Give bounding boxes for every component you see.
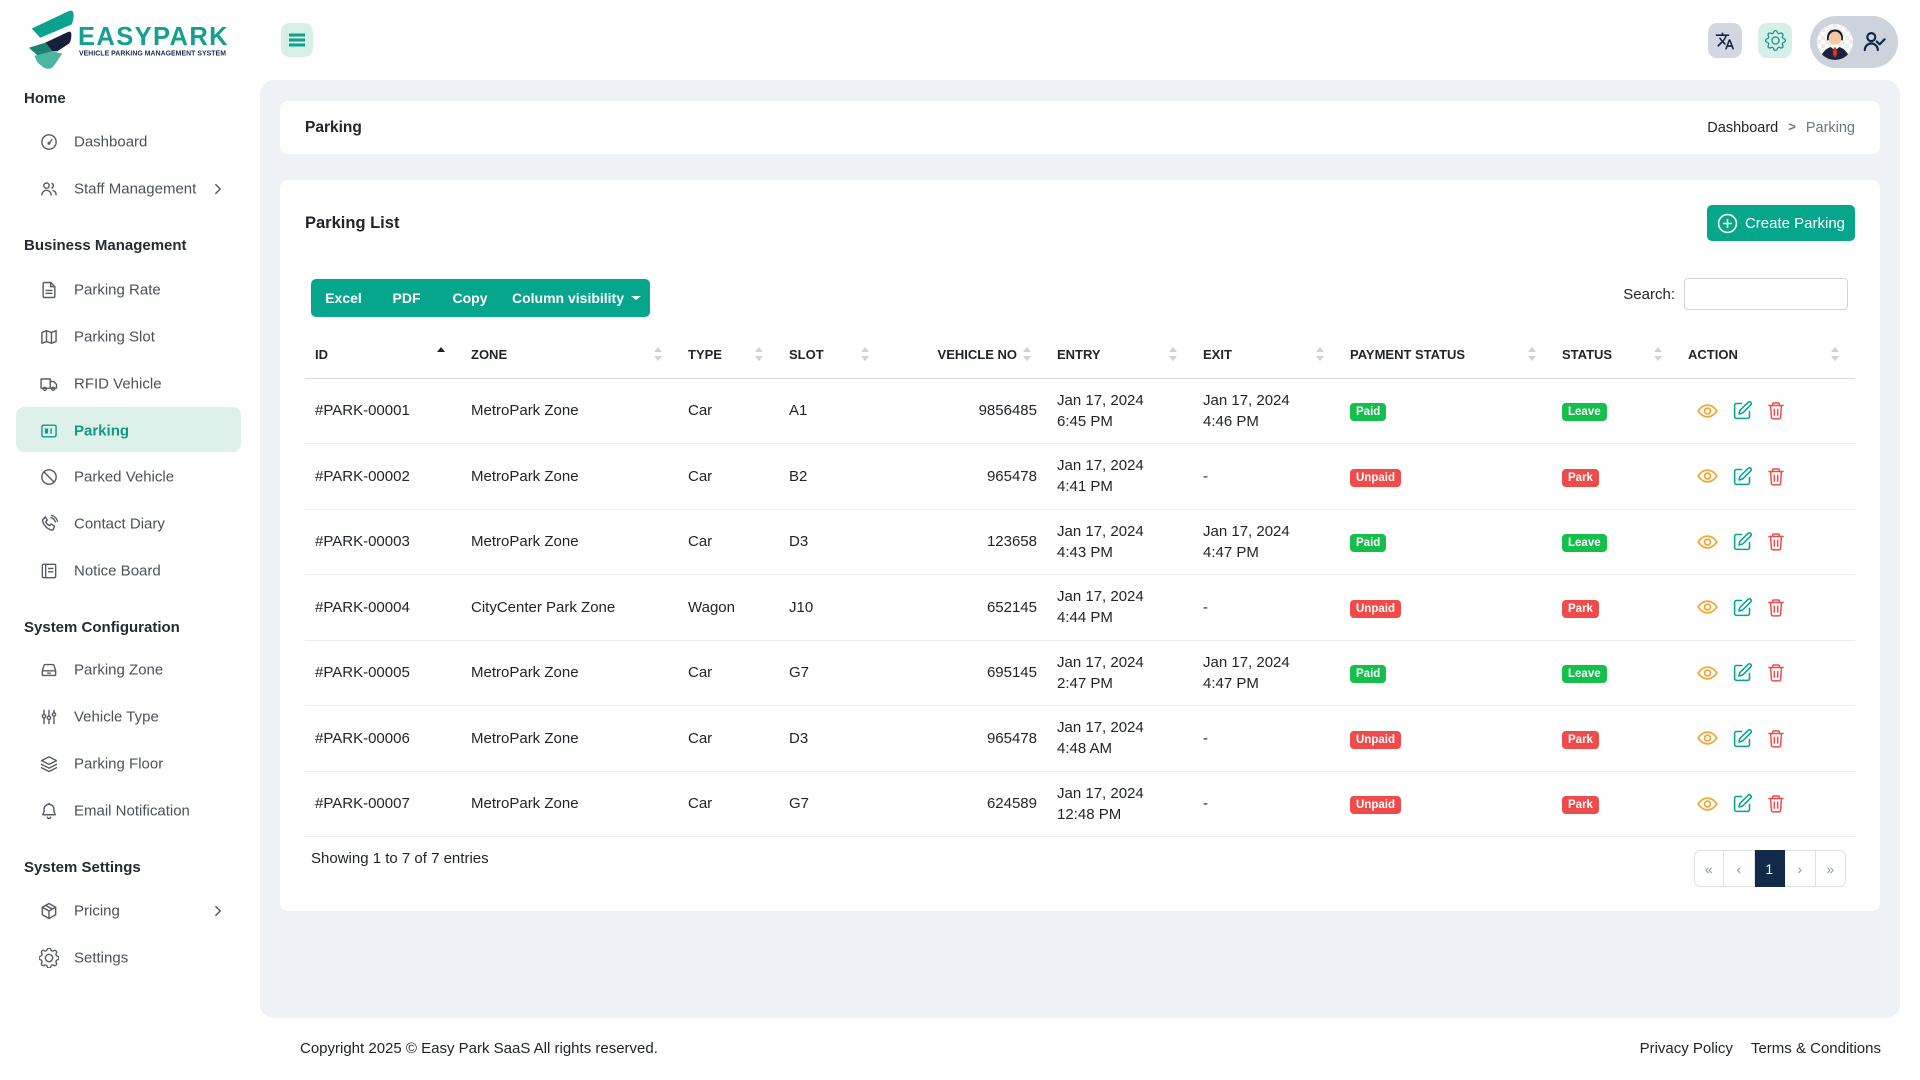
svg-text:VEHICLE PARKING MANAGEMENT SYS: VEHICLE PARKING MANAGEMENT SYSTEM bbox=[79, 51, 226, 58]
svg-text:EASYPARK: EASYPARK bbox=[78, 23, 229, 51]
